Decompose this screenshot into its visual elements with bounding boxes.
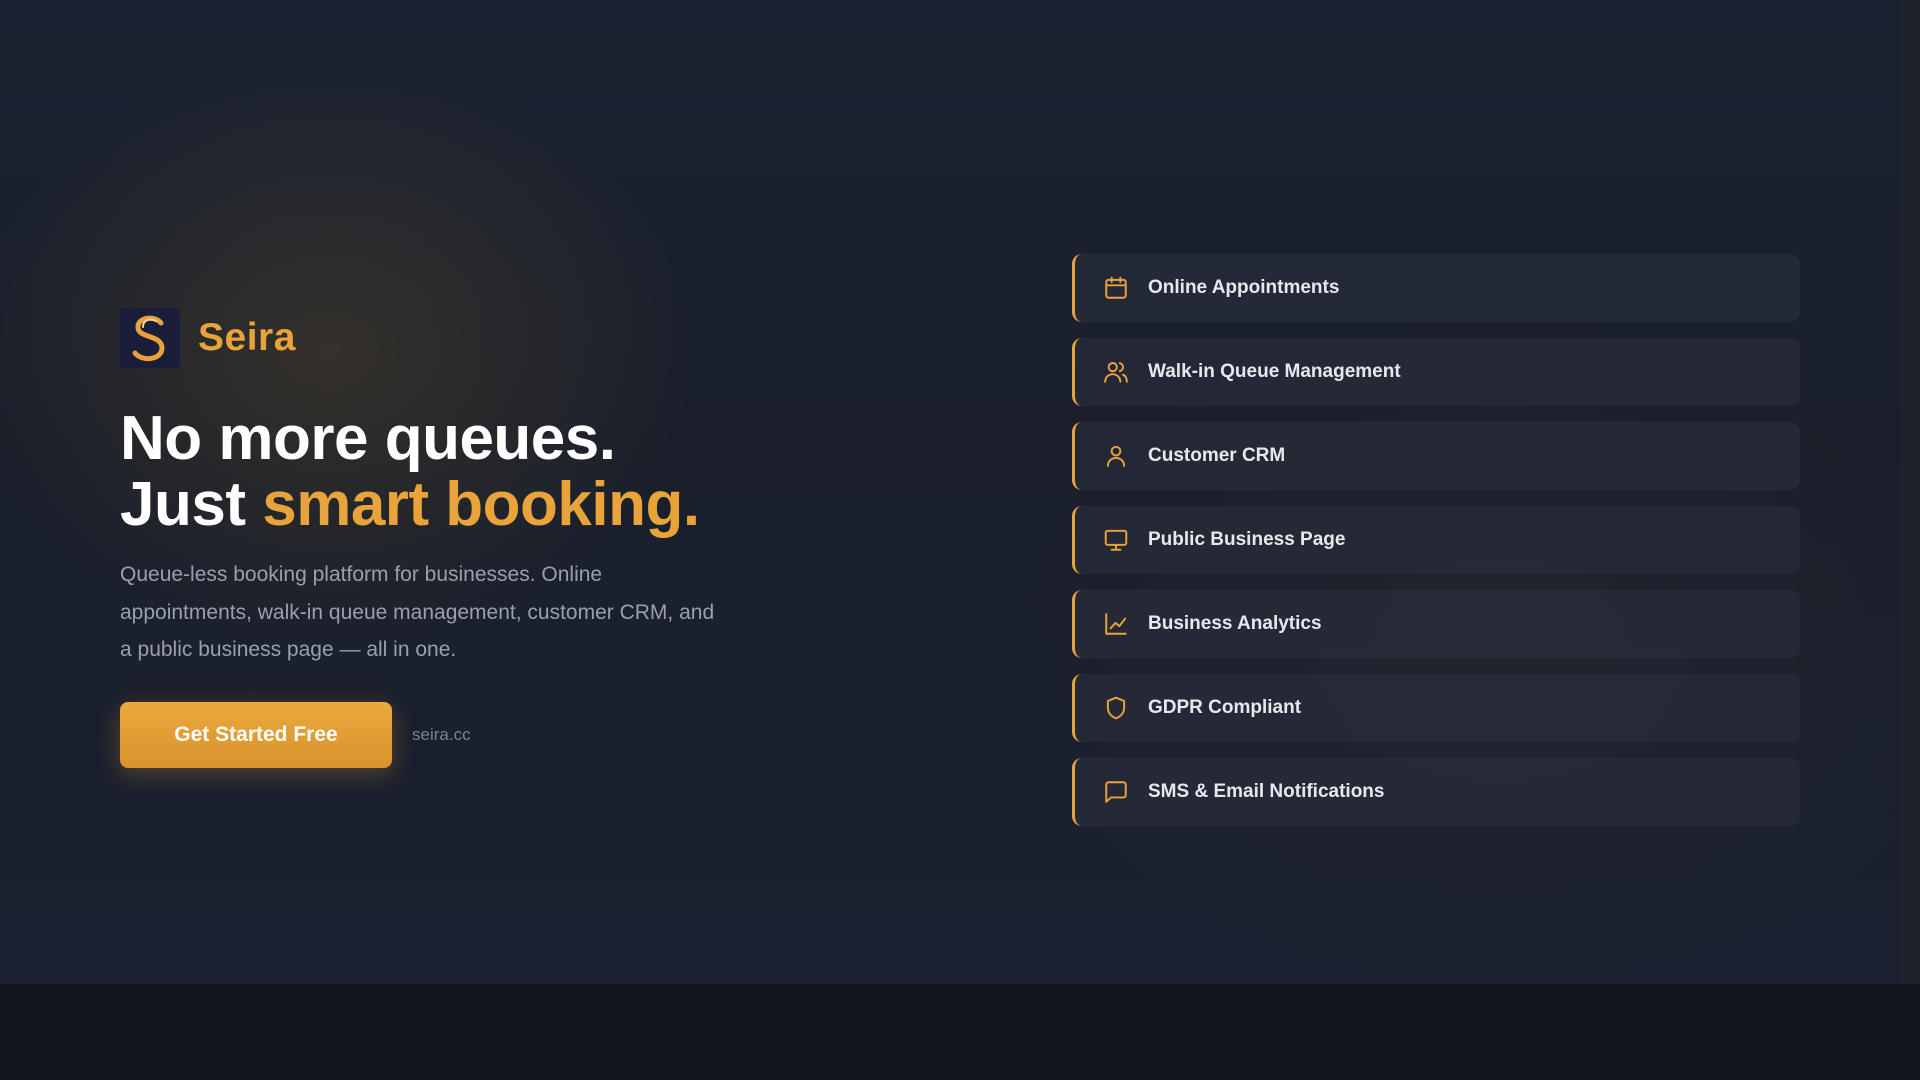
brand-name: Seira (198, 316, 296, 359)
calendar-icon (1103, 275, 1129, 301)
feature-label: Public Business Page (1148, 529, 1346, 550)
user-icon (1103, 443, 1129, 469)
seira-logo-icon (120, 308, 180, 368)
hero-description: Queue-less booking platform for business… (120, 563, 715, 661)
feature-label: Customer CRM (1148, 445, 1286, 466)
get-started-button[interactable]: Get Started Free (120, 702, 392, 768)
feature-label: Walk-in Queue Management (1148, 361, 1401, 382)
feature-label: GDPR Compliant (1148, 697, 1302, 718)
headline-line-2-plain: Just (120, 470, 263, 539)
feature-walk-in-queue: Walk-in Queue Management (1072, 338, 1800, 406)
feature-public-business-page: Public Business Page (1072, 506, 1800, 574)
line-chart-icon (1103, 611, 1129, 637)
users-icon (1103, 359, 1129, 385)
hero-headline: No more queues. Just smart booking. (120, 406, 700, 538)
message-square-icon (1103, 779, 1129, 805)
headline-line-2-accent: smart booking. (262, 470, 700, 539)
feature-customer-crm: Customer CRM (1072, 422, 1800, 490)
feature-online-appointments: Online Appointments (1072, 254, 1800, 322)
feature-label: Online Appointments (1148, 277, 1340, 298)
domain-link: seira.cc (412, 725, 471, 744)
footer-band (0, 984, 1920, 1080)
feature-gdpr-compliant: GDPR Compliant (1072, 674, 1800, 742)
brand[interactable]: Seira (120, 308, 296, 368)
headline-line-1: No more queues. (120, 404, 616, 473)
feature-sms-email-notifications: SMS & Email Notifications (1072, 758, 1800, 826)
scrollbar-track[interactable] (1900, 0, 1920, 984)
shield-icon (1103, 695, 1129, 721)
feature-label: SMS & Email Notifications (1148, 781, 1385, 802)
feature-business-analytics: Business Analytics (1072, 590, 1800, 658)
monitor-icon (1103, 527, 1129, 553)
feature-label: Business Analytics (1148, 613, 1322, 634)
